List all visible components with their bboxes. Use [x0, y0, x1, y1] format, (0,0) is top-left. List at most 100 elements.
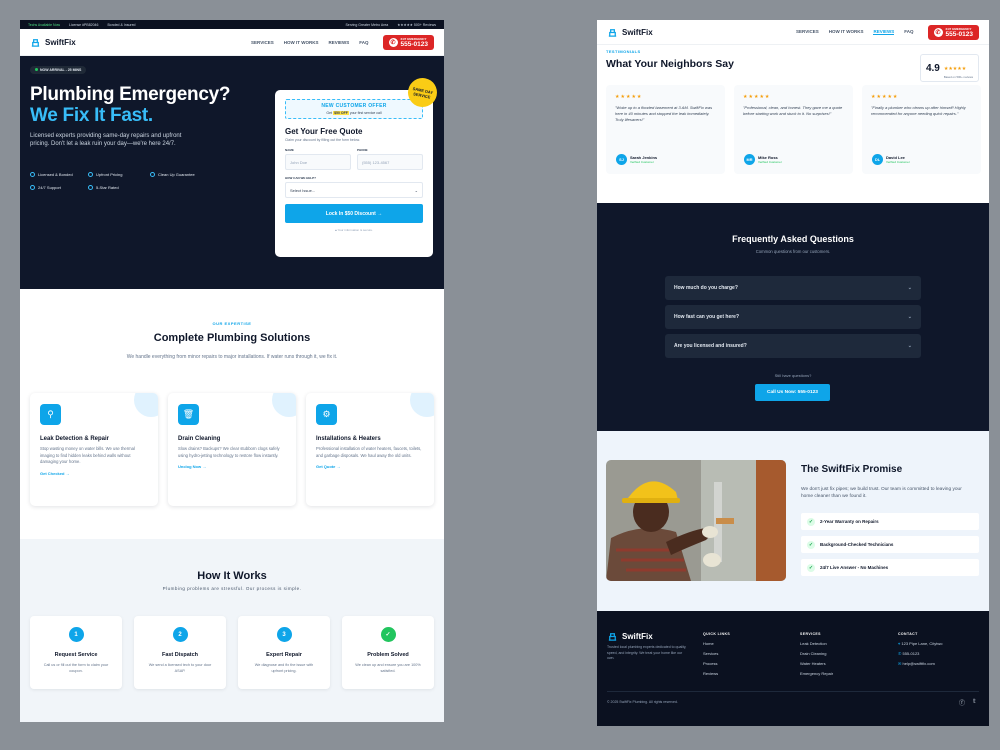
faq-title: Frequently Asked Questions [732, 234, 854, 244]
secure-note: 🔒︎ Your information is secure. [335, 228, 373, 232]
chevron-down-icon: ⌄ [414, 188, 418, 193]
service-title: Installations & Heaters [316, 436, 381, 442]
nav-reviews[interactable]: REVIEWS [328, 40, 349, 45]
promise-title: The SwiftFix Promise [801, 464, 903, 475]
emergency-call-button[interactable]: ✆ 24/7 EMERGENCY 555-0123 [927, 24, 979, 40]
twitter-icon[interactable]: 𝕥 [973, 698, 976, 705]
promise-item: ✓ 24/7 Live Answer - No Machines [801, 559, 979, 576]
bullet-item: Licensed & Bonded [30, 172, 88, 177]
license-number: License #PB82046 [69, 22, 99, 27]
footer-link[interactable]: Services [703, 649, 730, 659]
nav-reviews[interactable]: REVIEWS [873, 29, 895, 35]
step-card: ✓ Problem Solved We clean up and ensure yo… [342, 616, 434, 689]
faq-item[interactable]: How fast can you get here? ⌄ [665, 305, 921, 329]
call-now-button[interactable]: Call Us Now: 555-0123 [755, 384, 830, 401]
nav-how-it-works[interactable]: HOW IT WORKS [284, 40, 319, 45]
review-rating: ★★★★★ 500+ Reviews [397, 22, 436, 27]
footer-link[interactable]: Home [703, 639, 730, 649]
offer-title: NEW CUSTOMER OFFER [321, 103, 387, 109]
step-card: 3 Expert Repair We diagnose and fix the is… [238, 616, 330, 689]
service-desc: Slow drains? Backups? We clear stubborn … [178, 446, 280, 458]
service-area: Serving Greater Metro Area [345, 22, 389, 27]
footer-link[interactable]: Water Heaters [800, 659, 833, 669]
services-subtitle: We handle everything from minor repairs … [126, 354, 338, 360]
service-card-leak[interactable]: ⚲ Leak Detection & Repair Stop wasting m… [30, 393, 158, 506]
chevron-down-icon: ⌄ [907, 314, 912, 320]
footer-contact: CONTACT ⌖ 123 Pipe Lane, Citytwo ✆ 555-0… [898, 632, 943, 666]
plumbing-logo-icon [31, 38, 40, 47]
nav-faq[interactable]: FAQ [359, 40, 368, 45]
chevron-down-icon: ⌄ [907, 285, 912, 291]
check-circle-icon [150, 172, 155, 177]
faq-item[interactable]: Are you licensed and insured? ⌄ [665, 334, 921, 358]
footer-link[interactable]: Drain Cleaning [800, 649, 833, 659]
service-link[interactable]: Get Checked → [40, 471, 148, 476]
headline-line-1: Plumbing Emergency? [30, 84, 231, 105]
phone-icon: ✆ [898, 651, 902, 656]
landing-page-bottom: SwiftFix SERVICES HOW IT WORKS REVIEWS F… [597, 20, 989, 726]
rating-score: 4.9 [925, 62, 940, 74]
trust-bullets: Licensed & Bonded Upfront Pricing Clean … [30, 172, 210, 190]
step-desc: We diagnose and fix the issue with upfro… [254, 663, 314, 673]
step-title: Request Service [54, 652, 98, 658]
top-info-bar: Techs Available Now License #PB82046 Bon… [20, 20, 444, 29]
quote-form-card: NEW CUSTOMER OFFER Get $50 OFF your firs… [275, 75, 440, 257]
plumber-photo [606, 460, 786, 581]
trash-icon: 🗑︎ [178, 404, 199, 425]
phone-input[interactable]: (555) 123-4567 [357, 154, 423, 170]
quote-title: Get Your Free Quote [285, 127, 363, 136]
testimonials-title: What Your Neighbors Say [606, 58, 734, 70]
step-desc: Call us or fill out the form to claim yo… [43, 663, 109, 673]
emergency-call-button[interactable]: ✆ 24/7 EMERGENCY 555-0123 [382, 34, 434, 50]
service-desc: Professional installation of water heate… [316, 446, 422, 458]
footer-link[interactable]: Emergency Repair [800, 669, 833, 679]
footer-link[interactable]: Process [703, 659, 730, 669]
call-label: 24/7 EMERGENCY [400, 36, 427, 41]
review-text: "Professional, clean, and honest. They g… [743, 105, 843, 116]
service-card-drain[interactable]: 🗑︎ Drain Cleaning Slow drains? Backups? … [168, 393, 296, 506]
nav-services[interactable]: SERVICES [251, 40, 274, 45]
check-icon: ✓ [807, 540, 815, 549]
brand-name: SwiftFix [622, 27, 653, 37]
service-title: Leak Detection & Repair [40, 436, 110, 442]
name-input[interactable]: John Doe [285, 154, 351, 170]
footer-link[interactable]: Reviews [703, 669, 730, 679]
brand-name: SwiftFix [45, 37, 76, 47]
nav-services[interactable]: SERVICES [796, 29, 819, 35]
nav-faq[interactable]: FAQ [904, 29, 913, 35]
review-card: ★★★★★ "Professional, clean, and honest. … [734, 85, 853, 174]
help-label: HOW CAN WE HELP? [285, 176, 316, 180]
faq-item[interactable]: How much do you charge? ⌄ [665, 276, 921, 300]
step-number: 3 [276, 627, 292, 642]
star-icon: ★★★★★ [743, 94, 771, 100]
main-nav: SwiftFix SERVICES HOW IT WORKS REVIEWS F… [597, 20, 989, 45]
service-link[interactable]: Get Quote → [316, 464, 424, 469]
hero-headline: Plumbing Emergency? We Fix It Fast. [30, 84, 230, 126]
step-number: 2 [172, 627, 188, 642]
step-card: 1 Request Service Call us or fill out the … [30, 616, 122, 689]
brand-logo[interactable]: SwiftFix [30, 37, 76, 48]
plumbing-logo-icon [608, 28, 617, 37]
step-number: 1 [68, 627, 84, 642]
how-title: How It Works [197, 570, 267, 582]
step-title: Fast Dispatch [161, 652, 199, 658]
facebook-icon[interactable]: ⓕ [959, 698, 965, 707]
footer-logo[interactable]: SwiftFix [607, 631, 653, 642]
name-label: NAME [285, 148, 294, 152]
service-card-install[interactable]: ⚙ Installations & Heaters Professional i… [306, 393, 434, 506]
issue-select[interactable]: Select Issue... ⌄ [285, 182, 423, 198]
nav-how-it-works[interactable]: HOW IT WORKS [829, 29, 864, 35]
lock-discount-button[interactable]: Lock In $50 Discount → [285, 204, 423, 223]
service-link[interactable]: Unclog Now → [178, 464, 286, 469]
faucet-icon: ⚲ [40, 404, 61, 425]
bonded-text: Bonded & Insured [107, 22, 136, 27]
offer-banner: NEW CUSTOMER OFFER Get $50 OFF your firs… [285, 99, 423, 119]
footer-quick-links: QUICK LINKS Home Services Process Review… [703, 631, 730, 679]
check-icon: ✓ [807, 517, 815, 526]
chevron-down-icon: ⌄ [907, 343, 912, 349]
brand-logo[interactable]: SwiftFix [607, 27, 653, 38]
quote-subtitle: Claim your discount by filling out the f… [285, 138, 360, 142]
footer-services: SERVICES Leak Detection Drain Cleaning W… [800, 631, 833, 679]
verified-tag: Verified Customer [758, 160, 782, 164]
footer-link[interactable]: Leak Detection [800, 639, 833, 649]
